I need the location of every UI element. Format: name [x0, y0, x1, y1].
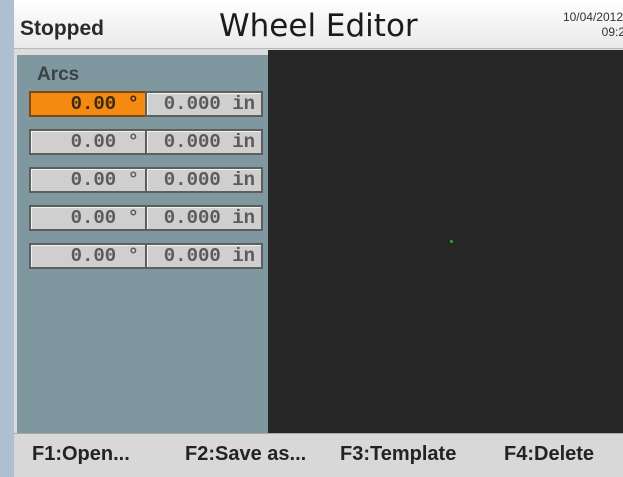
arc-row: 0.00 ° 0.000 in	[29, 129, 263, 155]
arcs-panel: Arcs 0.00 ° 0.000 in 0.00 ° 0.000 in 0.0…	[17, 55, 268, 433]
arcs-label: Arcs	[37, 64, 80, 85]
page-title: Wheel Editor	[219, 8, 418, 44]
wheel-editor-screen: Stopped Wheel Editor 10/04/2012 09:2 Arc…	[14, 0, 623, 477]
arc-angle-field[interactable]: 0.00 °	[29, 243, 147, 269]
template-button[interactable]: F3:Template	[340, 443, 456, 466]
wheel-preview-canvas[interactable]	[268, 50, 623, 433]
machine-status: Stopped	[20, 17, 104, 40]
arc-length-field[interactable]: 0.000 in	[145, 129, 263, 155]
time-display: 09:2	[601, 25, 623, 39]
arc-length-field[interactable]: 0.000 in	[145, 167, 263, 193]
origin-marker	[450, 240, 453, 243]
arc-row: 0.00 ° 0.000 in	[29, 167, 263, 193]
open-button[interactable]: F1:Open...	[32, 443, 130, 466]
arc-angle-field[interactable]: 0.00 °	[29, 205, 147, 231]
title-bar: Stopped Wheel Editor 10/04/2012 09:2	[14, 0, 623, 49]
arc-row: 0.00 ° 0.000 in	[29, 205, 263, 231]
function-key-bar: F1:Open... F2:Save as... F3:Template F4:…	[14, 433, 623, 477]
arc-length-field[interactable]: 0.000 in	[145, 91, 263, 117]
arc-row: 0.00 ° 0.000 in	[29, 243, 263, 269]
arc-angle-field[interactable]: 0.00 °	[29, 167, 147, 193]
arc-length-field[interactable]: 0.000 in	[145, 205, 263, 231]
arc-length-field[interactable]: 0.000 in	[145, 243, 263, 269]
arc-angle-field[interactable]: 0.00 °	[29, 129, 147, 155]
date-display: 10/04/2012	[562, 10, 623, 24]
arc-angle-field[interactable]: 0.00 °	[29, 91, 147, 117]
arc-row: 0.00 ° 0.000 in	[29, 91, 263, 117]
delete-button[interactable]: F4:Delete	[504, 443, 594, 466]
save-as-button[interactable]: F2:Save as...	[185, 443, 306, 466]
